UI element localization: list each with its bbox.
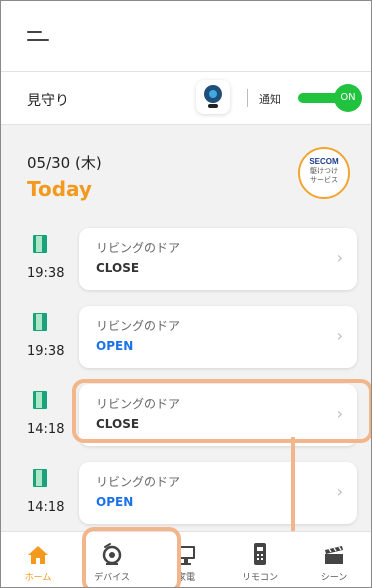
event-time: 14:18 (27, 422, 65, 437)
app-screen: 見守り 通知 ON 05/30 (木) Today SECOM 駆けつけ サービ… (0, 0, 372, 588)
home-icon (28, 546, 48, 564)
event-row: 19:38 リビングのドア CLOSE › (1, 228, 371, 298)
event-status: OPEN (96, 495, 134, 509)
notification-label: 通知 (259, 93, 281, 106)
event-row: 14:18 リビングのドア OPEN › (1, 462, 371, 532)
event-name: リビングのドア (96, 241, 181, 255)
event-status: CLOSE (96, 261, 140, 275)
camera-icon[interactable] (196, 80, 230, 114)
event-status: OPEN (96, 339, 134, 353)
door-icon (33, 235, 47, 253)
door-icon (33, 391, 47, 409)
device-highlight (82, 527, 181, 587)
event-name: リビングのドア (96, 319, 181, 333)
toggle-state: ON (334, 84, 362, 112)
door-icon (33, 313, 47, 331)
secom-logo: SECOM (309, 157, 339, 166)
divider (247, 89, 248, 107)
nav-label: ホーム (24, 573, 52, 583)
bottom-nav: ホーム デバイス 家電 リモコン シーン (1, 531, 371, 587)
clapperboard-icon (325, 546, 343, 564)
hamburger-icon[interactable] (27, 29, 49, 45)
secom-sub-label: 駆けつけ サービス (310, 167, 338, 184)
card-highlight (72, 379, 371, 443)
event-time: 14:18 (27, 500, 65, 515)
nav-home[interactable]: ホーム (1, 532, 75, 587)
notification-toggle[interactable]: ON (298, 84, 364, 112)
today-label: Today (27, 177, 92, 201)
event-card[interactable]: リビングのドア OPEN › (79, 306, 357, 368)
event-card[interactable]: リビングのドア CLOSE › (79, 228, 357, 290)
event-card[interactable]: リビングのドア OPEN › (79, 462, 357, 524)
event-row: 19:38 リビングのドア OPEN › (1, 306, 371, 376)
door-icon (33, 469, 47, 487)
top-bar (1, 1, 371, 72)
event-name: リビングのドア (96, 475, 181, 489)
nav-remote[interactable]: リモコン (223, 532, 297, 587)
watch-row: 見守り 通知 ON (1, 72, 371, 125)
nav-scene[interactable]: シーン (297, 532, 371, 587)
secom-button[interactable]: SECOM 駆けつけ サービス (298, 147, 350, 199)
chevron-right-icon: › (336, 326, 343, 345)
chevron-right-icon: › (336, 248, 343, 267)
nav-label: リモコン (241, 573, 278, 583)
date-label: 05/30 (木) (27, 154, 102, 172)
event-time: 19:38 (27, 266, 65, 281)
event-time: 19:38 (27, 344, 65, 359)
nav-label: シーン (320, 573, 348, 583)
remote-icon (254, 543, 266, 565)
chevron-right-icon: › (336, 482, 343, 501)
watch-title: 見守り (27, 93, 69, 109)
